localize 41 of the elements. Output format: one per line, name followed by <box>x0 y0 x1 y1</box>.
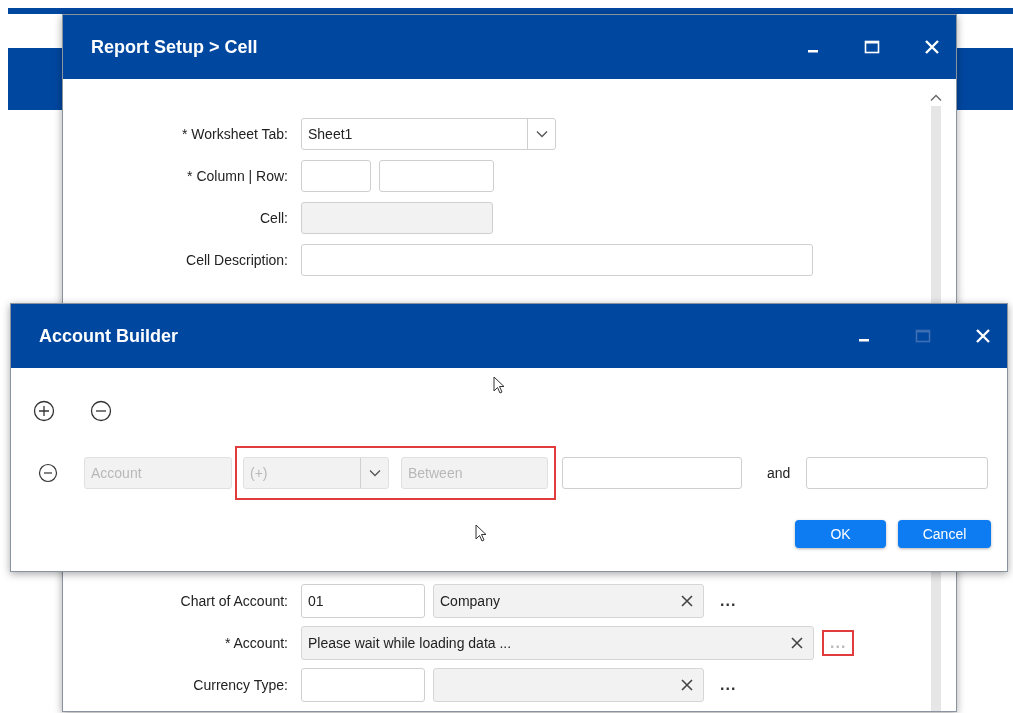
to-input[interactable] <box>806 457 989 489</box>
field-label: * Worksheet Tab: <box>180 126 289 142</box>
remove-circle-icon[interactable] <box>38 463 58 483</box>
remove-circle-icon[interactable] <box>90 400 112 422</box>
chevron-down-icon <box>535 130 548 138</box>
lookup-field[interactable] <box>433 668 704 702</box>
lookup-field[interactable]: Please wait while loading data ... <box>301 626 814 660</box>
code-input[interactable] <box>301 668 425 702</box>
browse-link[interactable]: ... <box>712 588 745 614</box>
field-label: Cell Description: <box>185 252 289 268</box>
field-label: Cell: <box>259 210 289 226</box>
browse-link[interactable]: ... <box>712 672 745 698</box>
column-input[interactable] <box>301 160 371 192</box>
dialog-button[interactable]: OK <box>795 520 886 548</box>
add-circle-icon[interactable] <box>33 400 55 422</box>
cell-input[interactable] <box>301 202 493 234</box>
clear-icon[interactable] <box>681 679 693 691</box>
chevron-up-icon[interactable] <box>930 94 942 102</box>
code-input[interactable]: 01 <box>301 584 425 618</box>
close-icon[interactable] <box>924 39 940 55</box>
window-title: Account Builder <box>39 325 178 347</box>
from-input[interactable] <box>562 457 742 489</box>
window-title: Report Setup > Cell <box>91 36 258 58</box>
cursor-icon <box>493 376 505 394</box>
lookup-value: Company <box>439 593 501 609</box>
field-label: Currency Type: <box>192 677 289 693</box>
clear-icon[interactable] <box>791 637 803 649</box>
lookup-field[interactable]: Company <box>433 584 704 618</box>
clear-icon[interactable] <box>681 595 693 607</box>
chevron-down-icon <box>368 469 381 477</box>
cursor-icon <box>475 524 487 542</box>
lookup-value: Please wait while loading data ... <box>307 635 513 651</box>
dialog-button[interactable]: Cancel <box>898 520 991 548</box>
close-icon[interactable] <box>975 328 991 344</box>
field-label: Chart of Account: <box>179 593 289 609</box>
description-input[interactable] <box>301 244 813 276</box>
dropdown-field[interactable]: Sheet1 <box>301 118 556 150</box>
field-label: * Column | Row: <box>186 168 289 184</box>
row-input[interactable] <box>379 160 494 192</box>
field-label: * Account: <box>223 635 289 651</box>
and-label: and <box>767 465 791 481</box>
